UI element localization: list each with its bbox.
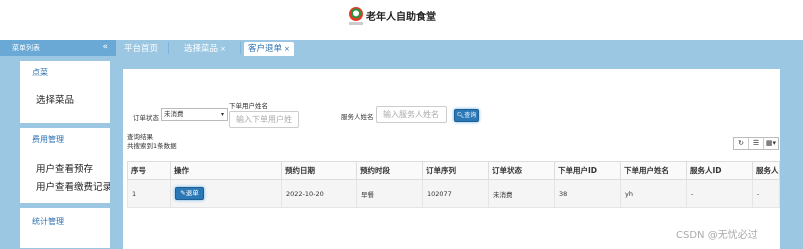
table-row: 1 ✎退单 2022-10-20 早餐 102077 未消费 38 yh - - xyxy=(127,179,780,208)
servicer-input[interactable]: 输入服务人姓名 xyxy=(376,106,447,123)
table-cell: - xyxy=(686,179,753,208)
servicer-label: 服务人姓名 xyxy=(341,113,374,121)
sidebar-group-fees: 费用管理 用户查看预存 用户查看缴费记录 xyxy=(20,128,110,203)
username-label: 下单用户姓名 xyxy=(229,102,268,110)
sidebar-group-stats: 统计管理 xyxy=(20,208,110,248)
logo-icon xyxy=(349,7,363,21)
app-header: 老年人自助食堂 xyxy=(0,0,803,40)
column-header[interactable]: 订单状态 xyxy=(488,161,555,180)
column-header[interactable]: 操作 xyxy=(170,161,282,180)
tab-bar: 平台首页 选择菜品 × 客户退单 × xyxy=(116,40,803,56)
orders-table: 序号 操作 预约日期 预约时段 订单序列 订单状态 下单用户ID 下单用户姓名 … xyxy=(127,161,780,208)
order-status-value: 未消费 xyxy=(164,110,184,118)
search-button-label: 查询 xyxy=(464,112,477,119)
logo-caption xyxy=(349,22,363,25)
app-title: 老年人自助食堂 xyxy=(366,12,436,23)
tab-label: 选择菜品 xyxy=(184,44,219,54)
table-cell: 2022-10-20 xyxy=(281,179,357,208)
order-status-select[interactable]: 未消费 ▾ xyxy=(161,108,228,121)
column-header[interactable]: 服务人ID xyxy=(686,161,753,180)
close-icon[interactable]: × xyxy=(220,45,226,53)
column-header[interactable]: 预约时段 xyxy=(356,161,423,180)
table-cell: 38 xyxy=(554,179,621,208)
column-header[interactable]: 序号 xyxy=(127,161,171,180)
grid-icon[interactable]: ▦▾ xyxy=(764,138,778,149)
column-header[interactable]: 服务人 xyxy=(752,161,780,180)
table-cell: 102077 xyxy=(422,179,489,208)
order-status-label: 订单状态 xyxy=(133,114,159,122)
table-cell: yh xyxy=(620,179,687,208)
sidebar-header: 菜单列表 « xyxy=(0,40,116,56)
list-icon[interactable]: ☰ xyxy=(749,138,764,149)
sidebar-item-prepaid[interactable]: 用户查看预存 xyxy=(32,161,110,175)
chevron-down-icon: ▾ xyxy=(220,111,224,118)
table-cell: 1 xyxy=(127,179,171,208)
main-panel xyxy=(123,69,780,249)
table-cell: - xyxy=(752,179,780,208)
close-icon[interactable]: × xyxy=(284,45,290,53)
table-header-row: 序号 操作 预约日期 预约时段 订单序列 订单状态 下单用户ID 下单用户姓名 … xyxy=(127,161,780,180)
column-header[interactable]: 预约日期 xyxy=(281,161,357,180)
search-button[interactable]: 🔍︎查询 xyxy=(454,109,479,122)
tab-divider xyxy=(168,42,169,54)
refund-button-label: 退单 xyxy=(185,189,199,197)
sidebar-group-title[interactable]: 费用管理 xyxy=(32,134,110,145)
sidebar-item-select-dish[interactable]: 选择菜品 xyxy=(32,92,110,106)
username-input[interactable]: 输入下单用户姓 xyxy=(229,111,299,128)
sidebar-group-title[interactable]: 统计管理 xyxy=(32,216,110,227)
sidebar-group-order: 点菜 选择菜品 xyxy=(20,61,110,123)
sidebar-title: 菜单列表 xyxy=(12,44,40,52)
tab-home[interactable]: 平台首页 xyxy=(120,42,162,56)
sidebar: 菜单列表 « 点菜 选择菜品 费用管理 用户查看预存 用户查看缴费记录 统计管理 xyxy=(0,40,116,249)
refresh-icon[interactable]: ↻ xyxy=(734,138,749,149)
table-cell: 早餐 xyxy=(356,179,423,208)
column-header[interactable]: 下单用户ID xyxy=(554,161,621,180)
tab-label: 平台首页 xyxy=(124,44,159,54)
table-toolbar: ↻ ☰ ▦▾ xyxy=(733,137,779,150)
tab-label: 客户退单 xyxy=(248,44,283,54)
table-cell: ✎退单 xyxy=(170,179,282,208)
tab-refund[interactable]: 客户退单 × xyxy=(244,42,294,56)
sidebar-group-title[interactable]: 点菜 xyxy=(32,67,110,78)
results-summary: 共搜索到1条数据 xyxy=(127,142,177,150)
sidebar-item-payment-records[interactable]: 用户查看缴费记录 xyxy=(32,179,110,193)
refund-button[interactable]: ✎退单 xyxy=(175,187,204,200)
watermark: CSDN @无忧必过 xyxy=(676,230,758,241)
column-header[interactable]: 下单用户姓名 xyxy=(620,161,687,180)
tab-select-dish[interactable]: 选择菜品 × xyxy=(180,42,230,56)
collapse-icon[interactable]: « xyxy=(102,40,108,54)
tab-divider xyxy=(240,42,241,54)
table-cell: 未消费 xyxy=(488,179,555,208)
column-header[interactable]: 订单序列 xyxy=(422,161,489,180)
